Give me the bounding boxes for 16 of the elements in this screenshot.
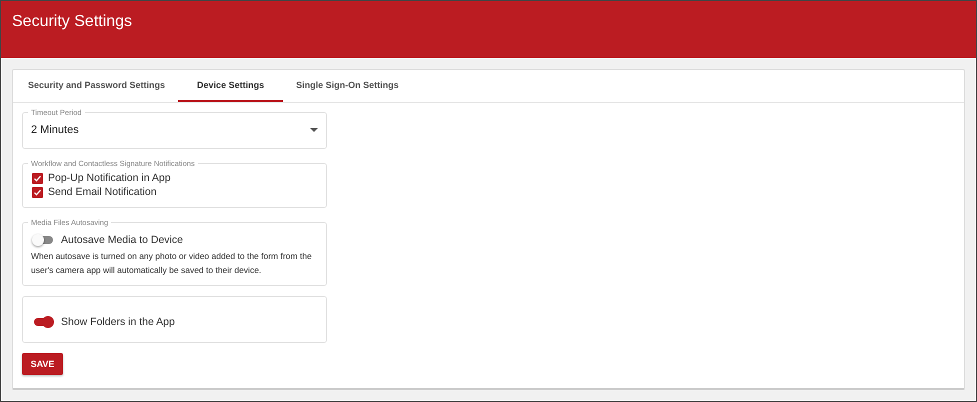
- save-button[interactable]: SAVE: [22, 353, 63, 375]
- tab[interactable]: Single Sign-On Settings: [283, 70, 412, 102]
- checkbox-label: Pop-Up Notification in App: [48, 172, 171, 184]
- checkbox[interactable]: [32, 186, 43, 198]
- checkbox-label: Send Email Notification: [48, 186, 157, 198]
- toggle-switch[interactable]: [32, 316, 52, 328]
- toggle-label: Autosave Media to Device: [61, 234, 183, 246]
- toggle-switch[interactable]: [32, 234, 52, 246]
- toggle-label: Show Folders in the App: [61, 316, 175, 328]
- caret-icon: [310, 128, 318, 132]
- tab[interactable]: Security and Password Settings: [15, 70, 178, 102]
- page-title: Security Settings: [12, 13, 132, 30]
- timeout-dropdown[interactable]: 2 Minutes: [29, 120, 320, 140]
- description-text: When autosave is turned on any photo or video added to the form from the user's camera app will automatically be saved to their device.: [31, 250, 313, 277]
- tab[interactable]: Device Settings: [178, 70, 284, 102]
- checkbox[interactable]: [32, 172, 43, 184]
